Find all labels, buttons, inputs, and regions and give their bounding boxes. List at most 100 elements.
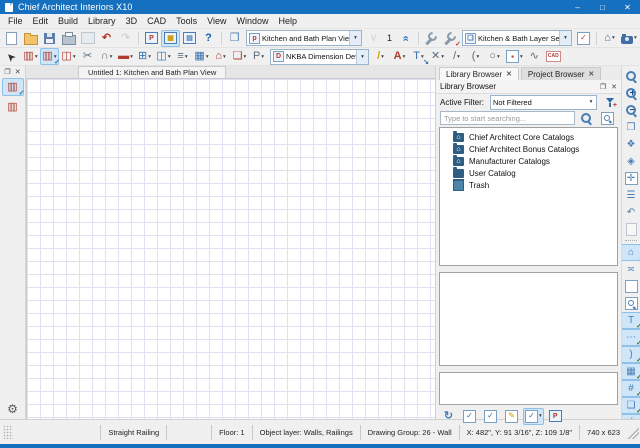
tree-item[interactable]: Trash xyxy=(440,179,617,191)
close-button[interactable]: ✕ xyxy=(615,0,640,14)
menu-3d[interactable]: 3D xyxy=(121,16,143,26)
default-settings-button[interactable] xyxy=(422,30,441,47)
add-catalog-button[interactable]: ✓ xyxy=(460,408,479,425)
help-button[interactable]: ? xyxy=(199,30,218,47)
tab-library-browser[interactable]: Library Browser ✕ xyxy=(439,67,519,80)
tree-item[interactable]: ⌂Chief Architect Bonus Catalogs xyxy=(440,143,617,155)
fill-window-building-button[interactable]: ◈ xyxy=(621,153,640,170)
menu-library[interactable]: Library xyxy=(83,16,121,26)
advanced-search-button[interactable] xyxy=(598,110,617,127)
window-tools-button[interactable]: ⊞▾ xyxy=(135,48,154,65)
toolbar-settings-button[interactable]: ⚙ xyxy=(7,403,18,415)
arc-tools-button[interactable]: (▾ xyxy=(466,48,485,65)
new-plan-button[interactable] xyxy=(2,30,21,47)
active-filter-combo[interactable]: Not Filtered ▾ xyxy=(490,95,597,110)
menu-file[interactable]: File xyxy=(3,16,28,26)
library-view-options-button[interactable]: ✓▾ xyxy=(523,408,544,425)
open-plan-button[interactable] xyxy=(21,30,40,47)
leader-line-button[interactable]: T↘▾ xyxy=(409,48,428,65)
text-display-toggle[interactable]: T✓ xyxy=(621,312,640,329)
fill-window-button[interactable]: ❖ xyxy=(621,136,640,153)
maximize-button[interactable]: □ xyxy=(590,0,615,14)
dropdown-arrow-icon[interactable]: ▾ xyxy=(612,35,615,41)
pan-window-button[interactable]: ✛ xyxy=(621,170,640,187)
undo-zoom-button[interactable]: ❐ xyxy=(621,119,640,136)
library-preview-button[interactable]: P xyxy=(546,408,565,425)
resize-grip[interactable] xyxy=(627,425,639,439)
room-divider-button[interactable]: ❏▾ xyxy=(230,48,249,65)
saved-plan-views-button[interactable]: ❐ xyxy=(225,30,244,47)
menu-help[interactable]: Help xyxy=(273,16,302,26)
layout-pages-button[interactable]: ☰ xyxy=(621,187,640,204)
float-panel-icon[interactable]: ❐ xyxy=(600,83,606,91)
dropdown-arrow-icon[interactable]: ▾ xyxy=(35,54,38,60)
dropdown-arrow-icon[interactable]: ▾ xyxy=(539,413,542,419)
dropdown-arrow-icon[interactable]: ▾ xyxy=(168,54,171,60)
marker-tools-button[interactable]: ✕▾ xyxy=(428,48,447,65)
tree-item[interactable]: ⌂Chief Architect Core Catalogs xyxy=(440,131,617,143)
furnishing-tools-button[interactable]: ⌂▾ xyxy=(211,48,230,65)
up-one-floor-button[interactable]: « xyxy=(396,30,415,47)
straight-railing-button[interactable]: ▥✓▾ xyxy=(40,48,59,65)
text-tools-button[interactable]: A▾ xyxy=(390,48,409,65)
refresh-library-button[interactable]: ↻ xyxy=(439,408,458,425)
dropdown-arrow-icon[interactable]: ▾ xyxy=(586,96,596,109)
floor-overview-button[interactable]: ⌂▾ xyxy=(600,30,619,47)
menu-edit[interactable]: Edit xyxy=(28,16,54,26)
search-button[interactable] xyxy=(577,110,596,127)
cabinet-tools-button[interactable]: ≡▾ xyxy=(173,48,192,65)
dropdown-arrow-icon[interactable]: ▾ xyxy=(634,35,637,41)
dimension-defaults-combo[interactable]: DNKBA Dimension Defaults▾ xyxy=(270,49,369,65)
arch-tools-button[interactable]: ∩▾ xyxy=(97,48,116,65)
close-panel-icon[interactable]: ✕ xyxy=(611,83,617,91)
dropdown-arrow-icon[interactable]: ▾ xyxy=(244,54,247,60)
dropdown-arrow-icon[interactable]: ▾ xyxy=(261,54,264,60)
wall-tools-button[interactable]: ▥▾ xyxy=(21,48,40,65)
tree-item[interactable]: User Catalog xyxy=(440,167,617,179)
dropdown-arrow-icon[interactable]: ▾ xyxy=(223,54,226,60)
refresh-display-button[interactable]: ↶ xyxy=(621,204,640,221)
plan-view-combo[interactable]: pKitchen and Bath Plan View▾ xyxy=(246,30,362,46)
dropdown-arrow-icon[interactable]: ▾ xyxy=(457,54,460,60)
dropdown-arrow-icon[interactable]: ▾ xyxy=(497,54,500,60)
tab-project-browser[interactable]: Project Browser ✕ xyxy=(521,67,601,80)
close-panel-icon[interactable]: ✕ xyxy=(15,68,21,76)
filter-options-button[interactable]: + xyxy=(603,96,617,109)
dropdown-arrow-icon[interactable]: ▾ xyxy=(441,54,444,60)
grid-display-toggle[interactable]: ▦✓ xyxy=(621,363,640,380)
zoom-out-button[interactable]: − xyxy=(621,102,640,119)
line-tools-button[interactable]: /▾ xyxy=(447,48,466,65)
zoom-region-button[interactable] xyxy=(621,295,640,312)
curved-railing-side-button[interactable]: ▥ xyxy=(2,98,24,116)
zoom-in-button[interactable]: + xyxy=(621,85,640,102)
view-tab[interactable]: Untitled 1: Kitchen and Bath Plan View xyxy=(78,66,226,78)
menu-build[interactable]: Build xyxy=(53,16,83,26)
circle-tools-button[interactable]: ○▾ xyxy=(485,48,504,65)
zoom-button[interactable] xyxy=(621,68,640,85)
dropdown-arrow-icon[interactable]: ▾ xyxy=(185,54,188,60)
edit-library-button[interactable]: ✎ xyxy=(502,408,521,425)
saved-plan-view-button[interactable]: ⌂▪ xyxy=(621,244,640,261)
tree-item[interactable]: ⌂Manufacturer Catalogs xyxy=(440,155,617,167)
dropdown-arrow-icon[interactable]: ▾ xyxy=(110,54,113,60)
close-tab-icon[interactable]: ✕ xyxy=(506,70,512,78)
straight-railing-side-button[interactable]: ▥✓ xyxy=(2,78,24,96)
plan-window-button[interactable]: P xyxy=(142,30,161,47)
dropdown-arrow-icon[interactable]: ▾ xyxy=(206,54,209,60)
cross-section-button[interactable]: ≍ xyxy=(621,261,640,278)
menu-window[interactable]: Window xyxy=(231,16,273,26)
dropdown-arrow-icon[interactable]: ▾ xyxy=(73,54,76,60)
active-defaults-button[interactable]: ✓ xyxy=(441,30,460,47)
dropdown-arrow-icon[interactable]: ▾ xyxy=(130,54,133,60)
dropdown-arrow-icon[interactable]: ▾ xyxy=(381,54,384,60)
view-window-button[interactable]: ▤ xyxy=(180,30,199,47)
dropdown-arrow-icon[interactable]: ▾ xyxy=(520,54,523,60)
menu-view[interactable]: View xyxy=(202,16,231,26)
arc-centers-toggle[interactable]: )✓ xyxy=(621,346,640,363)
library-folders-button[interactable]: ✓ xyxy=(481,408,500,425)
rectangle-button[interactable] xyxy=(621,278,640,295)
curved-railing-button[interactable]: ◫▾ xyxy=(59,48,78,65)
library-search-input[interactable] xyxy=(440,111,575,125)
layer-set-combo[interactable]: ❏Kitchen & Bath Layer Set▾ xyxy=(462,30,572,46)
cad-detail-button[interactable]: CAD xyxy=(544,48,563,65)
